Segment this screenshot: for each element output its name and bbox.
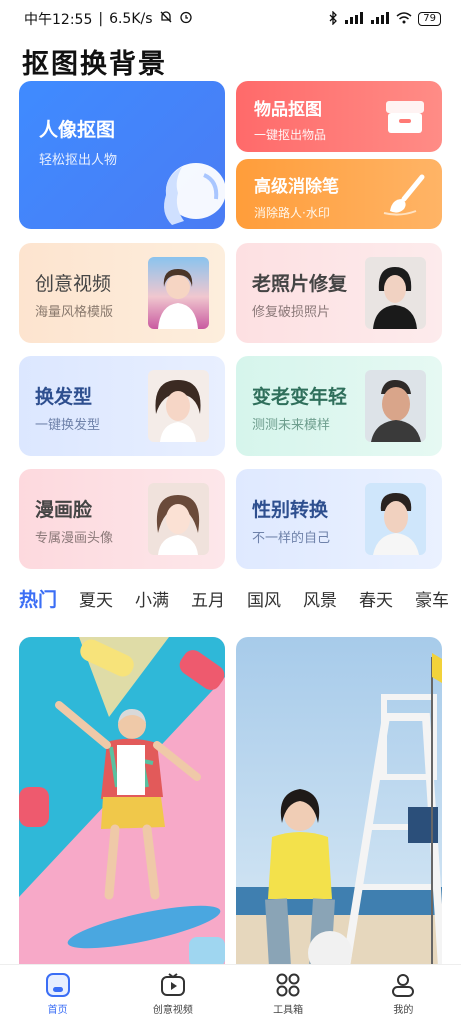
nav-home[interactable]: 首页	[0, 965, 115, 1024]
tile-title: 创意视频	[35, 273, 112, 295]
signal-icon	[344, 11, 364, 27]
card-subtitle: 一键抠出物品	[254, 128, 327, 142]
tab-summer[interactable]: 夏天	[79, 586, 113, 611]
tile-title: 老照片修复	[252, 273, 348, 295]
status-bar: 中午12:55 | 6.5K/s 79	[0, 0, 461, 38]
card-subtitle: 消除路人·水印	[254, 206, 330, 220]
tile-creative-video[interactable]: 创意视频 海量风格模版	[19, 243, 225, 343]
tile-comic-face[interactable]: 漫画脸 专属漫画头像	[19, 469, 225, 569]
status-divider: |	[98, 11, 104, 27]
tile-subtitle: 不一样的自己	[252, 531, 331, 546]
tab-xiaoman[interactable]: 小满	[135, 586, 169, 611]
bluetooth-icon	[328, 9, 338, 28]
tile-subtitle: 一键换发型	[35, 418, 101, 433]
card-title: 人像抠图	[39, 119, 116, 141]
profile-icon	[392, 974, 415, 997]
tab-may[interactable]: 五月	[191, 586, 225, 611]
tile-photo	[148, 370, 209, 442]
tile-title: 换发型	[35, 386, 93, 408]
nav-label: 创意视频	[152, 1005, 193, 1016]
head-silhouette-icon	[164, 163, 225, 225]
card-title: 高级消除笔	[254, 177, 339, 197]
tile-title: 漫画脸	[35, 499, 93, 521]
brush-icon	[383, 174, 425, 216]
nav-label: 工具箱	[273, 1005, 304, 1016]
toolbox-icon	[276, 973, 300, 997]
feed-image	[236, 637, 442, 967]
tab-luxury-car[interactable]: 豪车	[415, 586, 449, 611]
tile-photo	[148, 483, 209, 555]
category-tabs: 热门 夏天 小满 五月 国风 风景 春天 豪车	[0, 580, 461, 616]
tile-subtitle: 修复破损照片	[252, 305, 331, 320]
nav-creative-video[interactable]: 创意视频	[115, 965, 230, 1024]
tile-subtitle: 测测未来模样	[252, 418, 331, 433]
home-icon	[45, 973, 70, 997]
status-speed: 6.5K/s	[109, 11, 153, 27]
tile-age-change[interactable]: 变老变年轻 测测未来模样	[236, 356, 442, 456]
bottom-nav: 首页 创意视频 工具箱 我的	[0, 964, 461, 1024]
tile-subtitle: 专属漫画头像	[35, 531, 114, 546]
video-icon	[160, 973, 185, 996]
feed-card-beach[interactable]	[236, 637, 442, 967]
object-cutout-card[interactable]: 物品抠图 一键抠出物品	[236, 81, 442, 152]
nav-toolbox[interactable]: 工具箱	[231, 965, 346, 1024]
box-icon	[386, 101, 424, 133]
battery-indicator: 79	[418, 12, 441, 26]
tab-chinese-style[interactable]: 国风	[247, 586, 281, 611]
tile-gender-swap[interactable]: 性别转换 不一样的自己	[236, 469, 442, 569]
portrait-cutout-card[interactable]: 人像抠图 轻松抠出人物	[19, 81, 225, 229]
status-time: 中午12:55	[24, 12, 93, 28]
tile-photo	[148, 257, 209, 329]
nav-label: 首页	[47, 1005, 68, 1016]
tile-change-hairstyle[interactable]: 换发型 一键换发型	[19, 356, 225, 456]
wifi-icon	[396, 11, 412, 27]
card-title: 物品抠图	[254, 100, 322, 120]
feed-card-surf[interactable]	[19, 637, 225, 967]
mute-icon	[159, 10, 173, 28]
tile-photo	[365, 483, 426, 555]
tile-old-photo-restore[interactable]: 老照片修复 修复破损照片	[236, 243, 442, 343]
app-title: 抠图换背景	[22, 49, 167, 80]
feed-image	[19, 637, 225, 967]
signal-icon-2	[370, 11, 390, 27]
eraser-card[interactable]: 高级消除笔 消除路人·水印	[236, 159, 442, 229]
tile-photo	[365, 257, 426, 329]
nav-profile[interactable]: 我的	[346, 965, 461, 1024]
tab-hot[interactable]: 热门	[19, 585, 57, 612]
tile-subtitle: 海量风格模版	[35, 305, 114, 320]
tab-scenery[interactable]: 风景	[303, 586, 337, 611]
alarm-icon	[179, 10, 193, 28]
card-subtitle: 轻松抠出人物	[39, 153, 118, 168]
tile-title: 性别转换	[252, 499, 329, 521]
tab-spring[interactable]: 春天	[359, 586, 393, 611]
nav-label: 我的	[393, 1005, 414, 1016]
tile-photo	[365, 370, 426, 442]
tile-title: 变老变年轻	[252, 386, 348, 408]
